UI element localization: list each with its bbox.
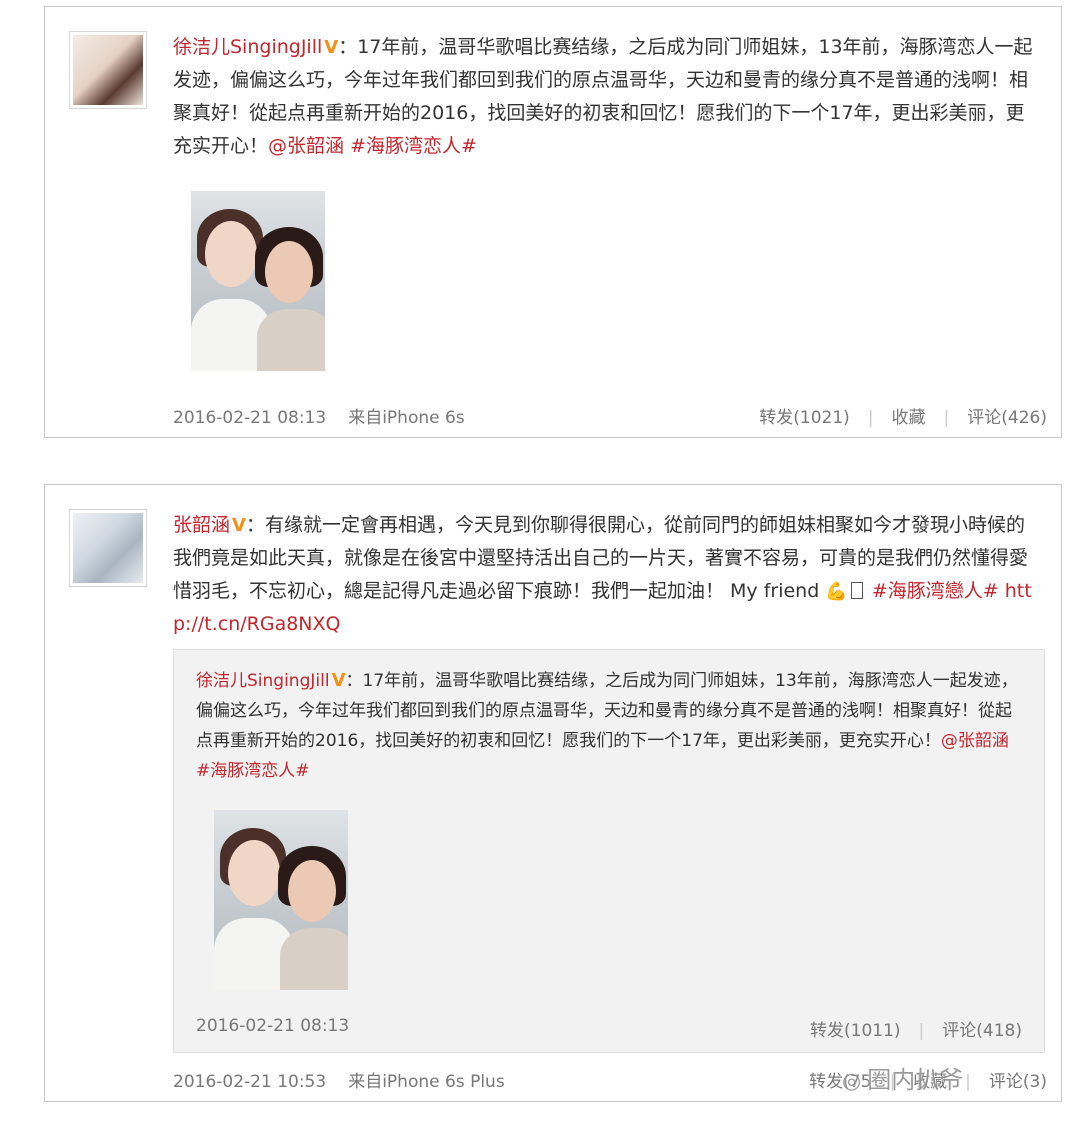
mention-link[interactable]: @张韶涵 <box>268 135 344 157</box>
divider: | <box>943 408 950 428</box>
verified-badge-icon: V <box>331 670 346 691</box>
quoted-author-link[interactable]: 徐洁儿SingingJill <box>196 671 330 691</box>
mention-link[interactable]: @张韶涵 <box>941 731 1009 751</box>
flexed-biceps-icon: 💪 <box>825 581 848 602</box>
verified-badge-icon: V <box>232 515 246 536</box>
post-photo[interactable] <box>191 191 325 371</box>
quoted-post-photo[interactable] <box>214 810 348 990</box>
weibo-post-card: 张韶涵 V：有缘就一定會再相遇，今天見到你聊得很開心，從前同門的師姐妹相聚如今才發… <box>44 484 1062 1102</box>
timestamp-link[interactable]: 2016-02-21 10:53 <box>173 1072 326 1092</box>
divider: | <box>867 408 874 428</box>
post-meta: 2016-02-21 10:53 来自iPhone 6s Plus <box>173 1067 505 1092</box>
author-name-link[interactable]: 张韶涵 <box>173 514 230 536</box>
comment-button[interactable]: 评论(418) <box>942 1021 1022 1041</box>
source-link[interactable]: 来自iPhone 6s <box>348 408 464 428</box>
watermark-text: 圈内扒爷 <box>867 1066 964 1094</box>
watermark: ◎ 圈内扒爷 <box>842 1060 963 1095</box>
timestamp-link[interactable]: 2016-02-21 08:13 <box>196 1016 349 1036</box>
weibo-post-card: 徐洁儿SingingJill V：17年前，温哥华歌唱比赛结缘，之后成为同门师姐妹… <box>44 6 1062 438</box>
repost-button[interactable]: 转发(1011) <box>810 1021 901 1041</box>
timestamp-link[interactable]: 2016-02-21 08:13 <box>173 408 326 428</box>
repost-button[interactable]: 转发(1021) <box>759 408 850 428</box>
wechat-icon: ◎ <box>842 1069 862 1094</box>
verified-badge-icon: V <box>324 37 339 58</box>
source-link[interactable]: 来自iPhone 6s Plus <box>348 1072 504 1092</box>
hashtag-link[interactable]: #海豚湾恋人# <box>350 135 477 157</box>
quoted-post-actions: 转发(1011) | 评论(418) <box>810 1016 1022 1041</box>
post-text: 张韶涵 V：有缘就一定會再相遇，今天見到你聊得很開心，從前同門的師姐妹相聚如今才發… <box>173 509 1043 641</box>
hashtag-link[interactable]: #海豚湾戀人# <box>872 580 999 602</box>
avatar[interactable] <box>69 31 147 109</box>
avatar[interactable] <box>69 509 147 587</box>
post-actions: 转发(1021) | 收藏 | 评论(426) <box>759 403 1047 428</box>
author-name-link[interactable]: 徐洁儿SingingJill <box>173 36 322 58</box>
divider: | <box>965 1072 971 1092</box>
quoted-post-meta: 2016-02-21 08:13 <box>196 1016 349 1036</box>
favorite-button[interactable]: 收藏 <box>892 408 926 428</box>
missing-glyph-icon <box>850 582 863 599</box>
hashtag-link[interactable]: #海豚湾恋人# <box>196 761 310 781</box>
quoted-post: 徐洁儿SingingJill V：17年前，温哥华歌唱比赛结缘，之后成为同门师姐妹… <box>173 649 1045 1053</box>
post-text: 徐洁儿SingingJill V：17年前，温哥华歌唱比赛结缘，之后成为同门师姐妹… <box>173 31 1043 163</box>
comment-button[interactable]: 评论(3) <box>989 1072 1047 1092</box>
quoted-post-text: 徐洁儿SingingJill V：17年前，温哥华歌唱比赛结缘，之后成为同门师姐妹… <box>196 666 1028 786</box>
divider: | <box>918 1021 925 1041</box>
comment-button[interactable]: 评论(426) <box>967 408 1047 428</box>
post-meta: 2016-02-21 08:13 来自iPhone 6s <box>173 403 465 428</box>
